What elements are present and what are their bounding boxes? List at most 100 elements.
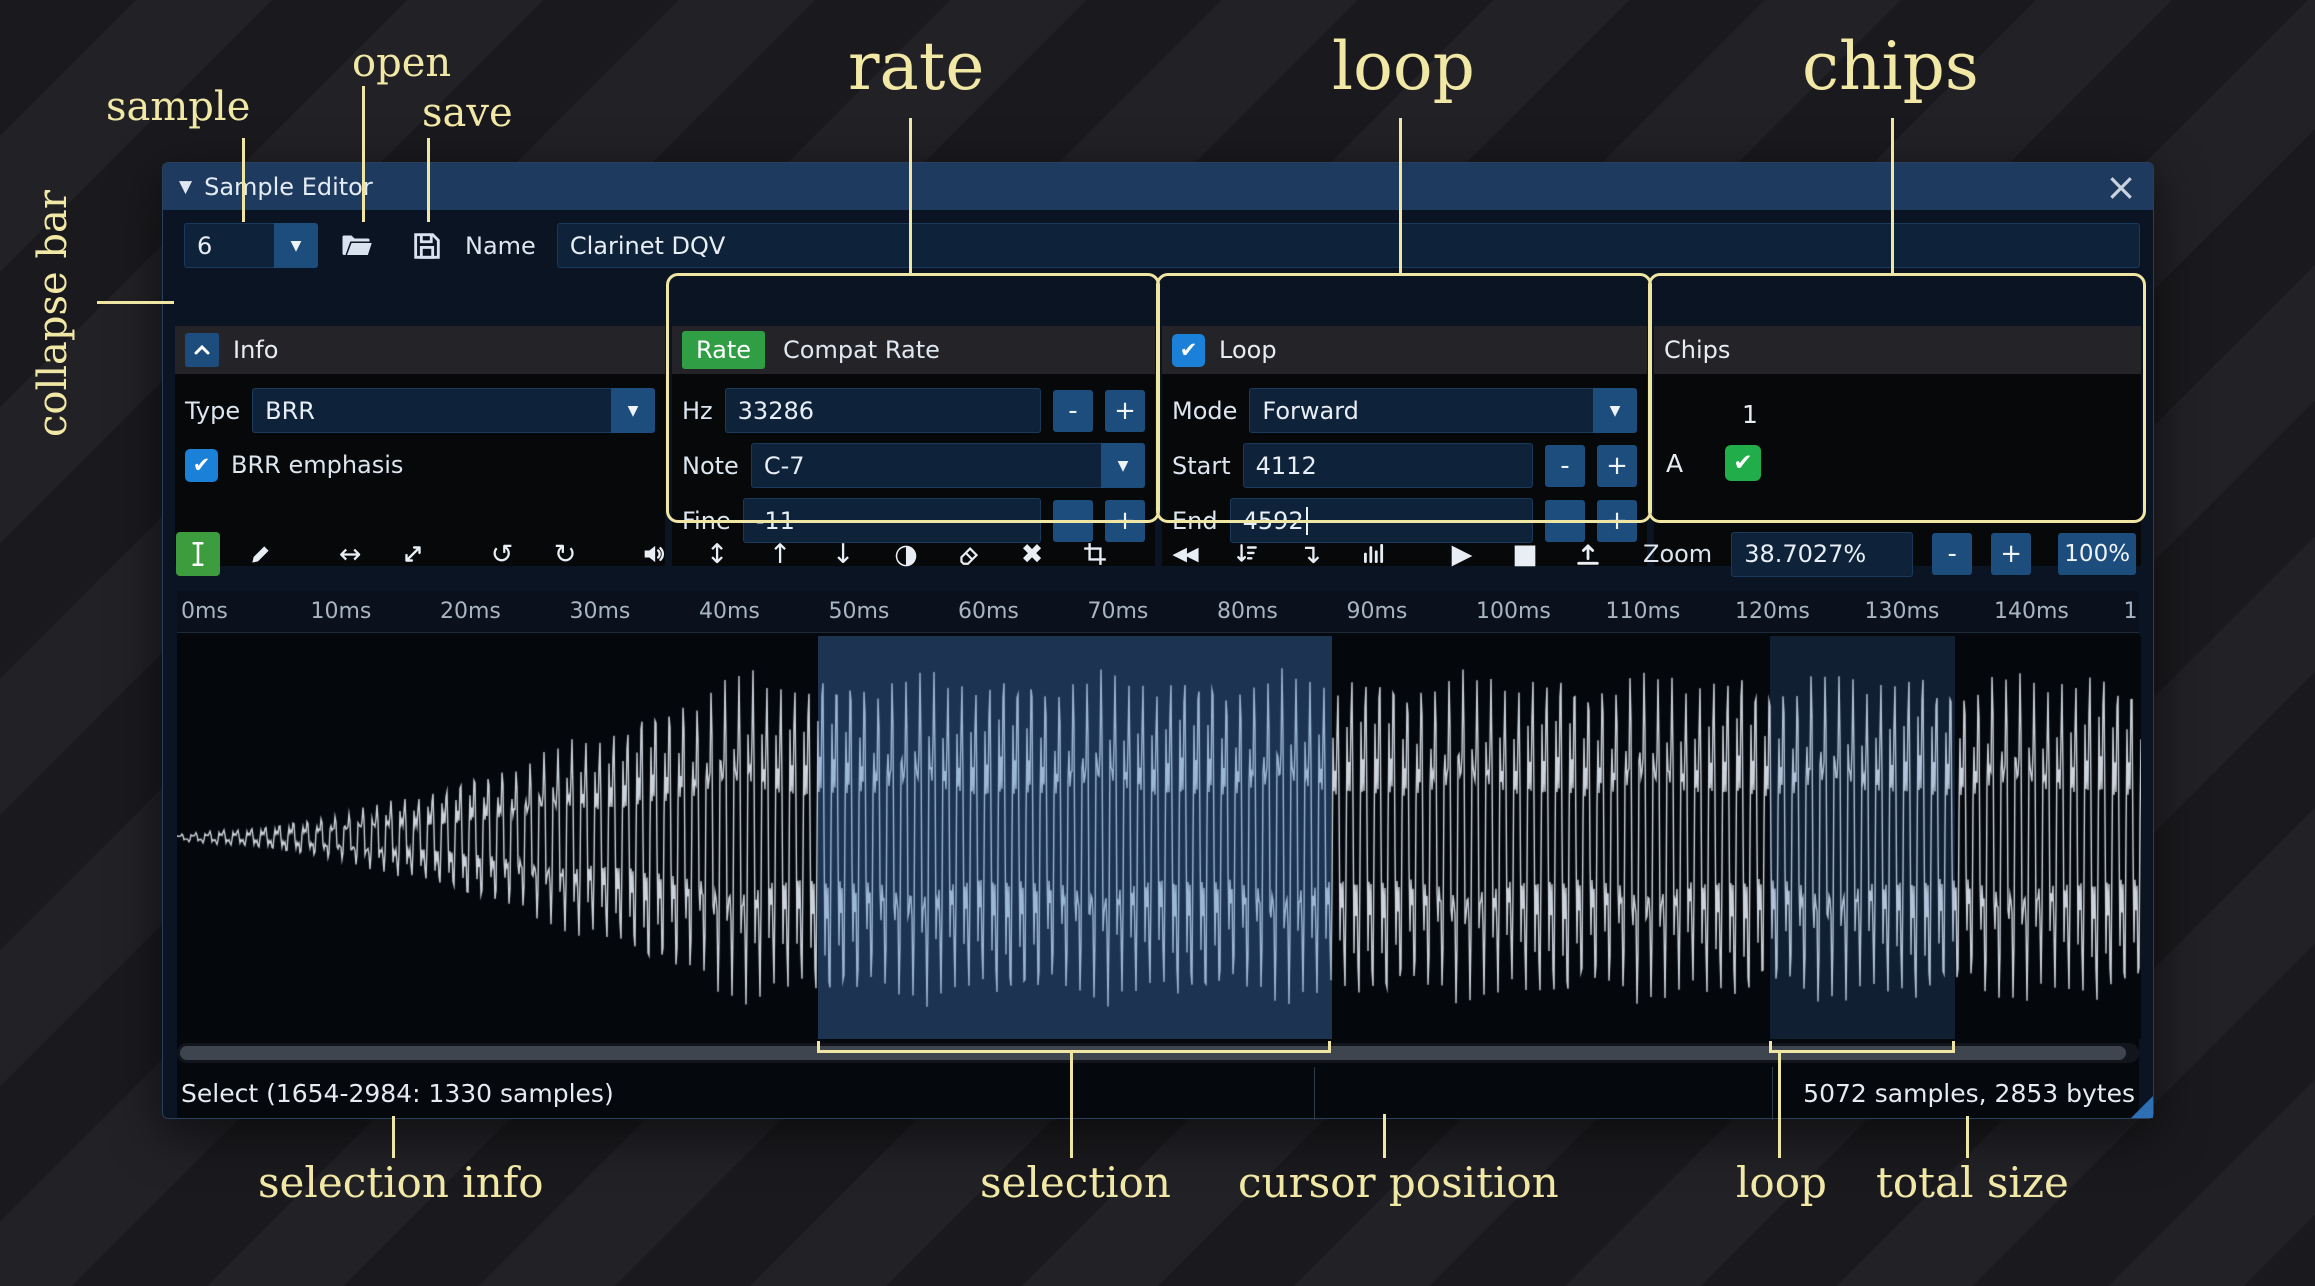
open-sample-button[interactable] — [333, 223, 379, 268]
chevron-down-icon[interactable]: ▼ — [1593, 388, 1637, 433]
timeline-tick: 10ms — [310, 599, 372, 624]
desktop-background: ▼ Sample Editor × 6 ▼ Name Clarinet DQV … — [0, 0, 2315, 1286]
info-panel-title: Info — [233, 336, 279, 364]
sample-type-select[interactable]: BRR ▼ — [252, 388, 655, 433]
import-button[interactable] — [1566, 532, 1610, 576]
timeline-tick: 30ms — [569, 599, 631, 624]
timeline-tick: 140ms — [1994, 599, 2069, 624]
trim-button[interactable] — [1073, 532, 1117, 576]
cursor-position-section — [1315, 1067, 1773, 1120]
resample-button[interactable] — [391, 532, 435, 576]
silence-button[interactable] — [947, 532, 991, 576]
window-collapse-icon[interactable]: ▼ — [179, 177, 192, 197]
window-resize-handle[interactable] — [2131, 1096, 2153, 1118]
window-titlebar[interactable]: ▼ Sample Editor × — [163, 163, 2153, 210]
redo-button[interactable]: ↻ — [543, 532, 587, 576]
chip-row-label: A — [1666, 448, 1684, 478]
zoom-label: Zoom — [1643, 540, 1713, 568]
normalize-button[interactable]: ↕ — [695, 532, 739, 576]
preview-stop-button[interactable]: ■ — [1503, 532, 1547, 576]
timeline-ruler: 0ms 10ms 20ms 30ms 40ms 50ms 60ms 70ms 80ms 90ms 1… — [177, 591, 2139, 633]
loop-start-plus-button[interactable]: + — [1597, 444, 1637, 487]
sample-index-select[interactable]: 6 ▼ — [184, 223, 318, 268]
chip-enabled-checkbox[interactable]: ✔ — [1725, 445, 1761, 481]
eraser-icon — [956, 541, 982, 567]
loop-start-label: Start — [1172, 451, 1231, 480]
fade-in-button[interactable]: ↑ — [758, 532, 802, 576]
waveform-view[interactable] — [177, 636, 2141, 1039]
sample-index-value[interactable]: 6 — [184, 223, 274, 268]
annotation-rate-label: rate — [848, 28, 985, 105]
zoom-reset-button[interactable]: 100% — [2058, 533, 2137, 575]
tab-rate[interactable]: Rate — [682, 331, 766, 369]
insert-point-button[interactable]: ↴ — [1288, 532, 1332, 576]
sample-type-value[interactable]: BRR — [252, 388, 611, 433]
spectrum-button[interactable] — [1351, 532, 1395, 576]
waveform-scrollbar[interactable] — [177, 1043, 2139, 1063]
annotation-collapse-bar-label: collapse bar — [30, 190, 76, 438]
tab-compat-rate[interactable]: Compat Rate — [783, 336, 940, 364]
selection-info-text: Select (1654-2984: 1330 samples) — [181, 1079, 614, 1108]
timeline-tick: 80ms — [1217, 599, 1278, 624]
amplify-button[interactable] — [632, 532, 676, 576]
close-icon[interactable]: × — [2105, 168, 2137, 206]
chevron-down-icon[interactable]: ▼ — [274, 223, 318, 268]
brr-emphasis-label: BRR emphasis — [231, 451, 404, 479]
window-title: Sample Editor — [204, 172, 373, 201]
zoom-input[interactable]: 38.7027% — [1731, 531, 1914, 577]
delete-button[interactable]: ✖ — [1010, 532, 1054, 576]
wave-zone: 0ms 10ms 20ms 30ms 40ms 50ms 60ms 70ms 80ms 90ms 1… — [177, 591, 2141, 1120]
ibeam-cursor-icon — [185, 540, 211, 568]
bar-chart-icon — [1360, 541, 1386, 567]
sort-down-icon — [1234, 541, 1260, 567]
edit-select-button[interactable] — [176, 532, 220, 576]
timeline-tick: 130ms — [1864, 599, 1940, 624]
chevron-down-icon[interactable]: ▼ — [1101, 443, 1145, 488]
sample-name-input[interactable]: Clarinet DQV — [556, 223, 2140, 268]
loop-region — [1770, 636, 1955, 1039]
downsample-button[interactable] — [1225, 532, 1269, 576]
note-value[interactable]: C-7 — [750, 443, 1101, 488]
zoom-in-button[interactable]: + — [1991, 533, 2032, 575]
resize-button[interactable]: ↔ — [328, 532, 372, 576]
fade-out-button[interactable]: ↓ — [821, 532, 865, 576]
annotation-save-label: save — [422, 90, 513, 136]
window-content: 6 ▼ Name Clarinet DQV Info Type BRR ▼ ✔ … — [163, 210, 2153, 1120]
annotation-selection-label: selection — [980, 1158, 1171, 1207]
timeline-tick: 50ms — [828, 599, 890, 624]
loop-start-minus-button[interactable]: - — [1545, 444, 1585, 487]
annotation-chips-label: chips — [1802, 28, 1979, 105]
timeline-tick: 20ms — [440, 599, 501, 624]
reverse-button[interactable]: ◀◀ — [1162, 532, 1206, 576]
zoom-out-button[interactable]: - — [1932, 533, 1973, 575]
note-select[interactable]: C-7 ▼ — [750, 443, 1145, 488]
annotation-total-size-line — [1966, 1116, 1969, 1158]
undo-button[interactable]: ↺ — [480, 532, 524, 576]
upload-icon — [1574, 540, 1602, 568]
preview-play-button[interactable]: ▶ — [1440, 532, 1484, 576]
loop-mode-select[interactable]: Forward ▼ — [1249, 388, 1637, 433]
edit-draw-button[interactable] — [239, 532, 283, 576]
save-sample-button[interactable] — [404, 223, 450, 268]
loop-enable-checkbox[interactable]: ✔ — [1172, 333, 1205, 367]
invert-button[interactable]: ◑ — [884, 532, 928, 576]
hz-minus-button[interactable]: - — [1053, 389, 1093, 432]
annotation-open-label: open — [352, 40, 452, 86]
hz-input[interactable]: 33286 — [724, 388, 1041, 433]
scrollbar-thumb[interactable] — [180, 1046, 2126, 1060]
hz-plus-button[interactable]: + — [1105, 389, 1145, 432]
annotation-selection-info-line — [392, 1116, 395, 1158]
timeline-tick: 70ms — [1087, 599, 1149, 624]
timeline-tick: 120ms — [1735, 599, 1810, 624]
collapse-bar-button[interactable] — [185, 333, 219, 367]
loop-start-input[interactable]: 4112 — [1242, 443, 1533, 488]
loop-panel-header: ✔ Loop — [1162, 326, 1647, 374]
annotation-loop-label: loop — [1332, 28, 1475, 105]
status-bar: Select (1654-2984: 1330 samples) 5072 sa… — [177, 1067, 2139, 1120]
brr-emphasis-checkbox[interactable]: ✔ — [185, 448, 218, 482]
chevron-down-icon[interactable]: ▼ — [611, 388, 655, 433]
loop-mode-value[interactable]: Forward — [1249, 388, 1593, 433]
timeline-tick: 0ms — [181, 599, 228, 624]
timeline-tick: 100ms — [1476, 599, 1551, 624]
pencil-icon — [248, 541, 274, 567]
